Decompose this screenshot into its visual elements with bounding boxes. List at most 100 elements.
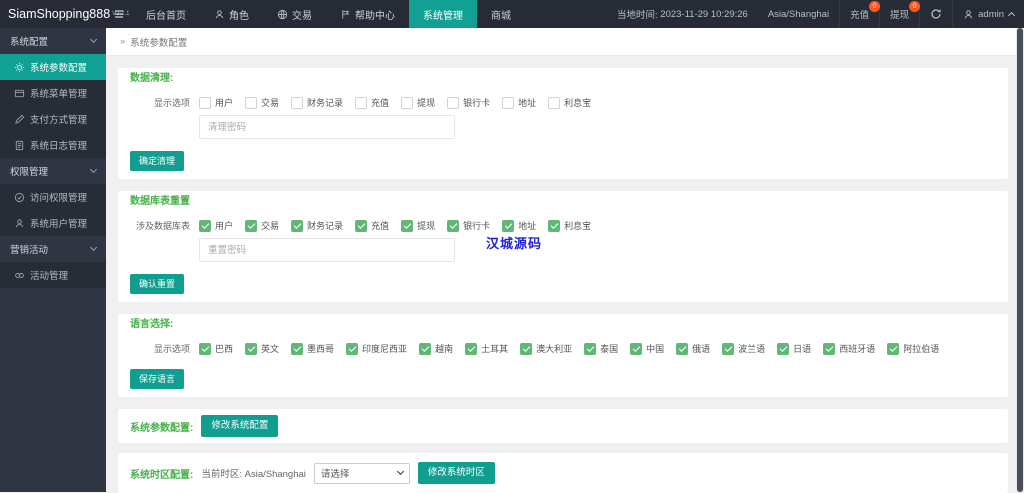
checkbox-option[interactable]: 印度尼西亚 (346, 342, 407, 355)
checkbox-option[interactable]: 用户 (199, 219, 233, 232)
save-language-button[interactable]: 保存语言 (130, 369, 184, 389)
checkbox-option[interactable]: 用户 (199, 96, 233, 109)
confirm-clean-button[interactable]: 确定清理 (130, 151, 184, 171)
checkbox-option[interactable]: 澳大利亚 (520, 342, 572, 355)
checkbox-checked-icon[interactable] (548, 220, 560, 232)
checkbox-option[interactable]: 充值 (355, 96, 389, 109)
clean-password-input[interactable] (199, 115, 455, 139)
checkbox-option[interactable]: 俄语 (676, 342, 710, 355)
checkbox-option[interactable]: 财务记录 (291, 96, 343, 109)
checkbox-option[interactable]: 墨西哥 (291, 342, 334, 355)
checkbox-option[interactable]: 充值 (355, 219, 389, 232)
checkbox-option[interactable]: 日语 (777, 342, 811, 355)
nav-item-help-center[interactable]: 帮助中心 (326, 0, 409, 28)
checkbox-checked-icon[interactable] (887, 343, 899, 355)
checkbox-option[interactable]: 利息宝 (548, 219, 591, 232)
checkbox-checked-icon[interactable] (291, 343, 303, 355)
checkbox-checked-icon[interactable] (245, 220, 257, 232)
watermark-text: 汉城源码 (486, 233, 542, 252)
checkbox-option[interactable]: 交易 (245, 219, 279, 232)
checkbox-icon[interactable] (548, 97, 560, 109)
checkbox-checked-icon[interactable] (777, 343, 789, 355)
checkbox-option[interactable]: 提现 (401, 219, 435, 232)
hamburger-icon (113, 8, 125, 20)
checkbox-option[interactable]: 地址 (502, 96, 536, 109)
checkbox-option[interactable]: 泰国 (584, 342, 618, 355)
sidebar-item-system-user-management[interactable]: 系统用户管理 (0, 210, 106, 236)
checkbox-icon[interactable] (401, 97, 413, 109)
checkbox-checked-icon[interactable] (199, 343, 211, 355)
sidebar-item-system-param-config[interactable]: 系统参数配置 (0, 54, 106, 80)
checkbox-checked-icon[interactable] (520, 343, 532, 355)
checkbox-option[interactable]: 阿拉伯语 (887, 342, 939, 355)
withdraw-alert[interactable]: 提现0 (879, 0, 919, 28)
timezone-select[interactable]: 请选择 (314, 463, 410, 484)
sidebar-toggle-button[interactable] (106, 0, 132, 28)
nav-item-system-management[interactable]: 系统管理 (409, 0, 477, 28)
checkbox-option[interactable]: 利息宝 (548, 96, 591, 109)
checkbox-checked-icon[interactable] (465, 343, 477, 355)
checkbox-option[interactable]: 财务记录 (291, 219, 343, 232)
checkbox-option[interactable]: 银行卡 (447, 96, 490, 109)
chevron-down-icon (90, 36, 97, 43)
checkbox-checked-icon[interactable] (676, 343, 688, 355)
checkbox-option[interactable]: 土耳其 (465, 342, 508, 355)
checkbox-checked-icon[interactable] (245, 343, 257, 355)
checkbox-checked-icon[interactable] (401, 220, 413, 232)
nav-item-home[interactable]: 后台首页 (132, 0, 200, 28)
withdraw-label: 提现 (890, 10, 909, 21)
checkbox-icon[interactable] (355, 97, 367, 109)
checkbox-option[interactable]: 地址 (502, 219, 536, 232)
user-menu[interactable]: admin (952, 0, 1024, 28)
app-title: SiamShopping888 (8, 7, 110, 21)
sidebar-section-marketing[interactable]: 营销活动 (0, 236, 106, 262)
nav-item-roles[interactable]: 角色 (200, 0, 263, 28)
checkbox-checked-icon[interactable] (584, 343, 596, 355)
sidebar-item-label: 支付方式管理 (30, 112, 87, 126)
modify-timezone-button[interactable]: 修改系统时区 (418, 462, 495, 484)
checkbox-label: 越南 (435, 342, 453, 355)
checkbox-checked-icon[interactable] (199, 220, 211, 232)
checkbox-option[interactable]: 西班牙语 (823, 342, 875, 355)
sidebar-item-system-log-management[interactable]: 系统日志管理 (0, 132, 106, 158)
checkbox-checked-icon[interactable] (447, 220, 459, 232)
scrollbar-thumb[interactable] (1017, 28, 1023, 492)
checkbox-option[interactable]: 巴西 (199, 342, 233, 355)
sidebar-section-system-config[interactable]: 系统配置 (0, 28, 106, 54)
sidebar-item-system-menu-management[interactable]: 系统菜单管理 (0, 80, 106, 106)
checkbox-option[interactable]: 中国 (630, 342, 664, 355)
sidebar-item-payment-method-management[interactable]: 支付方式管理 (0, 106, 106, 132)
modify-system-config-button[interactable]: 修改系统配置 (201, 415, 278, 437)
sidebar-section-items: 系统参数配置 系统菜单管理 支付方式管理 系统日志管理 (0, 54, 106, 158)
checkbox-icon[interactable] (199, 97, 211, 109)
recharge-alert[interactable]: 充值0 (839, 0, 879, 28)
sidebar-item-label: 系统菜单管理 (30, 86, 87, 100)
checkbox-checked-icon[interactable] (346, 343, 358, 355)
checkbox-option[interactable]: 银行卡 (447, 219, 490, 232)
checkbox-option[interactable]: 交易 (245, 96, 279, 109)
sidebar-section-permission-management[interactable]: 权限管理 (0, 158, 106, 184)
checkbox-checked-icon[interactable] (823, 343, 835, 355)
confirm-reset-button[interactable]: 确认重置 (130, 274, 184, 294)
nav-item-trade[interactable]: 交易 (263, 0, 326, 28)
checkbox-checked-icon[interactable] (355, 220, 367, 232)
checkbox-checked-icon[interactable] (419, 343, 431, 355)
nav-item-mall[interactable]: 商城 (477, 0, 525, 28)
checkbox-icon[interactable] (245, 97, 257, 109)
checkbox-checked-icon[interactable] (722, 343, 734, 355)
checkbox-checked-icon[interactable] (291, 220, 303, 232)
checkbox-option[interactable]: 提现 (401, 96, 435, 109)
checkbox-option[interactable]: 越南 (419, 342, 453, 355)
checkbox-checked-icon[interactable] (630, 343, 642, 355)
scrollbar-track[interactable] (1016, 28, 1024, 492)
sidebar-item-access-permission-management[interactable]: 访问权限管理 (0, 184, 106, 210)
checkbox-icon[interactable] (291, 97, 303, 109)
reset-password-input[interactable] (199, 238, 455, 262)
checkbox-checked-icon[interactable] (502, 220, 514, 232)
checkbox-option[interactable]: 英文 (245, 342, 279, 355)
refresh-button[interactable] (919, 0, 952, 28)
sidebar-item-activity-management[interactable]: 活动管理 (0, 262, 106, 288)
checkbox-icon[interactable] (447, 97, 459, 109)
checkbox-option[interactable]: 波兰语 (722, 342, 765, 355)
checkbox-icon[interactable] (502, 97, 514, 109)
